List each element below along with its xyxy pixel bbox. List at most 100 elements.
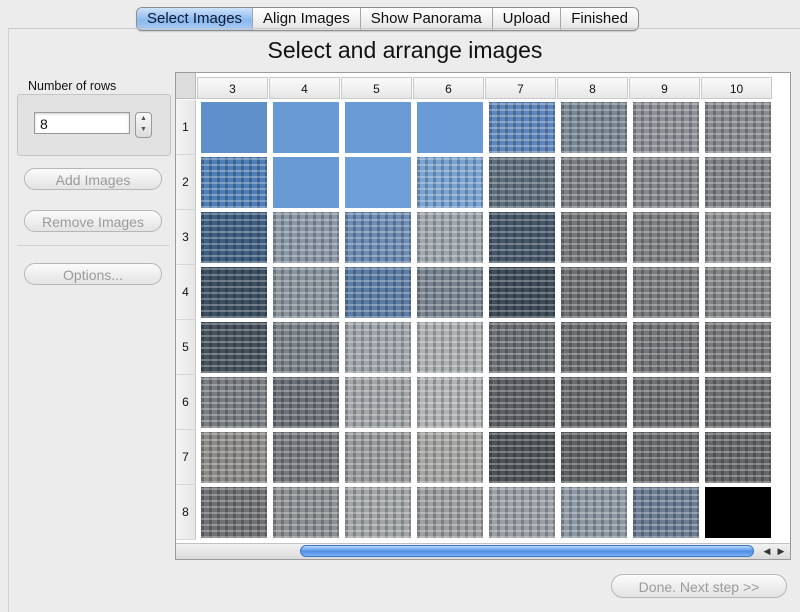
image-tile[interactable]: [345, 157, 411, 208]
image-tile[interactable]: [633, 377, 699, 428]
tab-finished[interactable]: Finished: [560, 8, 638, 30]
image-tile[interactable]: [633, 487, 699, 538]
rows-group-box: 8 ▲ ▼: [17, 94, 171, 156]
image-tile[interactable]: [201, 157, 267, 208]
image-tile[interactable]: [201, 322, 267, 373]
image-tile[interactable]: [417, 377, 483, 428]
scroll-left-icon[interactable]: ◀: [760, 544, 774, 559]
tab-align-images[interactable]: Align Images: [252, 8, 360, 30]
row-header: 3: [176, 210, 196, 265]
page-title: Select and arrange images: [267, 37, 543, 63]
add-images-button[interactable]: Add Images: [24, 168, 162, 190]
remove-images-button[interactable]: Remove Images: [24, 210, 162, 232]
image-tile[interactable]: [273, 157, 339, 208]
image-tile[interactable]: [561, 102, 627, 153]
image-tile[interactable]: [489, 102, 555, 153]
rows-input[interactable]: 8: [34, 112, 130, 134]
image-tile[interactable]: [273, 377, 339, 428]
image-tile[interactable]: [417, 102, 483, 153]
image-tile[interactable]: [561, 432, 627, 483]
image-tile[interactable]: [705, 487, 771, 538]
image-tile[interactable]: [705, 322, 771, 373]
image-tile[interactable]: [345, 267, 411, 318]
row-header: 6: [176, 375, 196, 430]
image-tile[interactable]: [273, 322, 339, 373]
image-tile[interactable]: [705, 432, 771, 483]
row-header: 1: [176, 100, 196, 155]
image-tile[interactable]: [489, 487, 555, 538]
image-tile[interactable]: [201, 377, 267, 428]
image-tile[interactable]: [705, 102, 771, 153]
image-tile[interactable]: [345, 212, 411, 263]
image-tile[interactable]: [201, 267, 267, 318]
rows-label: Number of rows: [28, 79, 117, 93]
column-header: 10: [701, 77, 772, 99]
image-tile[interactable]: [633, 267, 699, 318]
image-tile[interactable]: [633, 157, 699, 208]
image-tile[interactable]: [705, 212, 771, 263]
image-tile[interactable]: [561, 267, 627, 318]
image-tile[interactable]: [489, 212, 555, 263]
stepper-down-icon[interactable]: ▼: [136, 124, 151, 135]
image-tile[interactable]: [489, 157, 555, 208]
image-tile[interactable]: [201, 102, 267, 153]
row-header: 2: [176, 155, 196, 210]
image-tile[interactable]: [705, 157, 771, 208]
image-tile[interactable]: [273, 432, 339, 483]
image-tile[interactable]: [489, 432, 555, 483]
image-tile[interactable]: [633, 322, 699, 373]
divider: [17, 245, 169, 246]
image-tile[interactable]: [417, 322, 483, 373]
image-tile[interactable]: [561, 377, 627, 428]
image-grid: 3 4 5 6 7 8 9 10 1 2 3 4 5 6 7 8: [175, 72, 791, 560]
horizontal-scrollbar[interactable]: ◀ ▶: [176, 543, 790, 559]
image-tile[interactable]: [705, 267, 771, 318]
image-tile[interactable]: [561, 157, 627, 208]
tab-upload[interactable]: Upload: [491, 8, 561, 30]
image-tile[interactable]: [201, 432, 267, 483]
image-tile[interactable]: [201, 487, 267, 538]
image-tile[interactable]: [417, 157, 483, 208]
image-tile[interactable]: [561, 487, 627, 538]
rows-stepper[interactable]: ▲ ▼: [135, 112, 152, 138]
image-tile[interactable]: [417, 487, 483, 538]
image-tile[interactable]: [201, 212, 267, 263]
image-tile[interactable]: [633, 102, 699, 153]
next-step-button[interactable]: Done. Next step >>: [611, 574, 787, 598]
image-tile[interactable]: [345, 102, 411, 153]
image-tile[interactable]: [345, 322, 411, 373]
row-header: 8: [176, 485, 196, 540]
image-tile[interactable]: [561, 212, 627, 263]
column-header: 6: [413, 77, 484, 99]
column-header: 4: [269, 77, 340, 99]
image-tile[interactable]: [489, 322, 555, 373]
column-header: 7: [485, 77, 556, 99]
image-tile[interactable]: [273, 212, 339, 263]
column-header: 8: [557, 77, 628, 99]
image-tile[interactable]: [489, 267, 555, 318]
scroll-right-icon[interactable]: ▶: [774, 544, 788, 559]
image-tile[interactable]: [273, 487, 339, 538]
image-tile[interactable]: [633, 212, 699, 263]
image-tile[interactable]: [345, 377, 411, 428]
image-tile[interactable]: [345, 432, 411, 483]
row-header: 4: [176, 265, 196, 320]
image-tile[interactable]: [417, 267, 483, 318]
column-header: 9: [629, 77, 700, 99]
tab-select-images[interactable]: Select Images: [137, 8, 253, 30]
options-button[interactable]: Options...: [24, 263, 162, 285]
image-tile[interactable]: [273, 267, 339, 318]
tab-show-panorama[interactable]: Show Panorama: [359, 8, 492, 30]
image-tile[interactable]: [561, 322, 627, 373]
image-tile[interactable]: [633, 432, 699, 483]
image-tile[interactable]: [345, 487, 411, 538]
image-tile[interactable]: [489, 377, 555, 428]
stepper-up-icon[interactable]: ▲: [136, 113, 151, 124]
image-tile[interactable]: [417, 432, 483, 483]
image-tile[interactable]: [705, 377, 771, 428]
image-tile[interactable]: [417, 212, 483, 263]
column-header: 5: [341, 77, 412, 99]
scrollbar-thumb[interactable]: [300, 545, 754, 557]
row-header: 5: [176, 320, 196, 375]
image-tile[interactable]: [273, 102, 339, 153]
